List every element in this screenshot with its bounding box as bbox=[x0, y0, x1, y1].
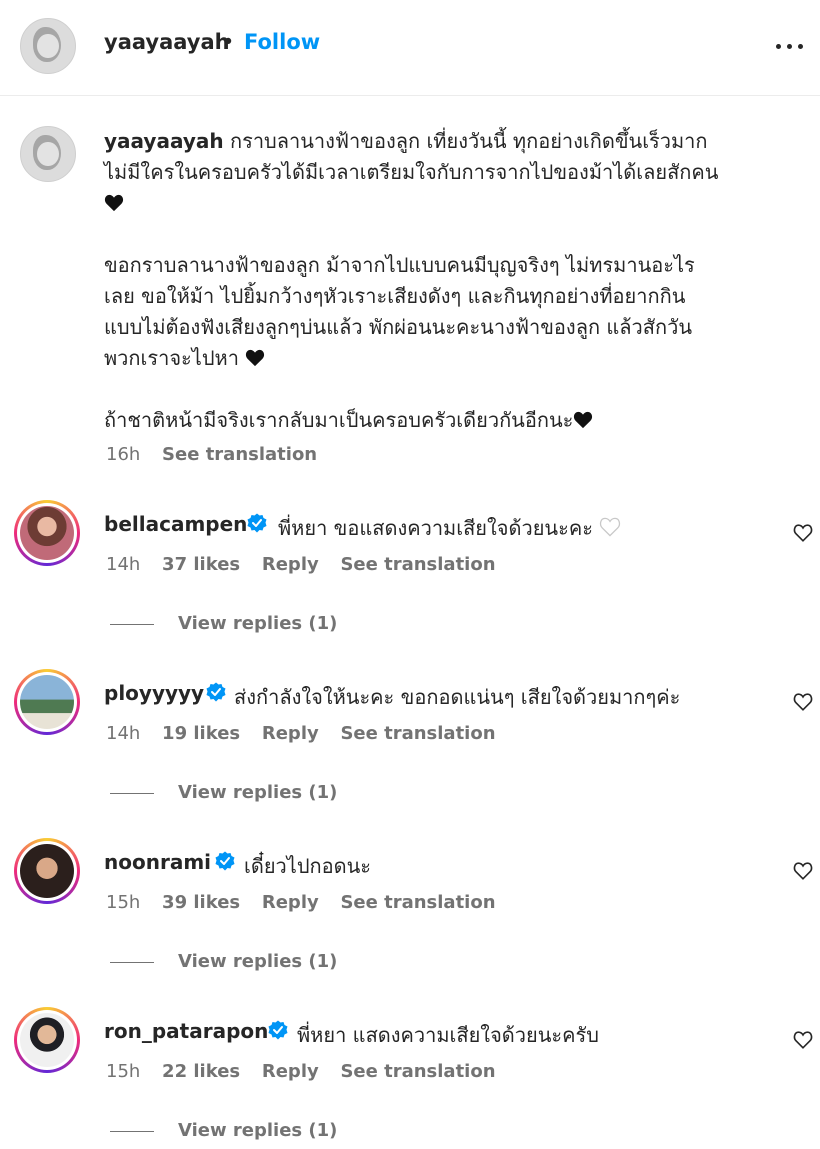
comment-username[interactable]: bellacampen bbox=[104, 512, 247, 536]
like-heart-icon[interactable] bbox=[793, 524, 813, 542]
comment-meta: 14h 37 likes Reply See translation bbox=[106, 554, 512, 575]
view-replies-line bbox=[110, 1131, 154, 1132]
comment-username[interactable]: noonrami bbox=[104, 850, 211, 874]
reply-button[interactable]: Reply bbox=[262, 723, 319, 744]
like-heart-icon[interactable] bbox=[793, 693, 813, 711]
author-avatar[interactable] bbox=[20, 18, 76, 74]
see-translation-link[interactable]: See translation bbox=[340, 1061, 495, 1082]
comment-time: 15h bbox=[106, 1061, 141, 1082]
comment-meta: 15h 22 likes Reply See translation bbox=[106, 1061, 512, 1082]
comment-time: 15h bbox=[106, 892, 141, 913]
comment-likes[interactable]: 39 likes bbox=[162, 892, 240, 913]
comment-meta: 14h 19 likes Reply See translation bbox=[106, 723, 512, 744]
more-options-icon[interactable] bbox=[776, 44, 804, 50]
view-replies-button[interactable]: View replies (1) bbox=[178, 1120, 337, 1141]
caption-author-avatar[interactable] bbox=[20, 126, 76, 182]
caption-paragraph-2: ขอกราบลานางฟ้าของลูก ม้าจากไปแบบคนมีบุญจ… bbox=[104, 253, 695, 370]
reply-button[interactable]: Reply bbox=[262, 554, 319, 575]
see-translation-link[interactable]: See translation bbox=[162, 444, 317, 465]
caption-meta: 16h See translation bbox=[106, 444, 333, 465]
author-username[interactable]: yaayaayah bbox=[104, 30, 230, 54]
comment-likes[interactable]: 37 likes bbox=[162, 554, 240, 575]
comment-likes[interactable]: 19 likes bbox=[162, 723, 240, 744]
see-translation-link[interactable]: See translation bbox=[340, 723, 495, 744]
caption-author-username[interactable]: yaayaayah bbox=[104, 129, 224, 153]
view-replies-line bbox=[110, 793, 154, 794]
caption-time: 16h bbox=[106, 444, 141, 465]
comment-username[interactable]: ployyyyy bbox=[104, 681, 204, 705]
comment-avatar-bellacampen[interactable] bbox=[14, 500, 80, 566]
view-replies-button[interactable]: View replies (1) bbox=[178, 613, 337, 634]
like-heart-icon[interactable] bbox=[793, 1031, 813, 1049]
follow-button[interactable]: Follow bbox=[244, 30, 320, 54]
comment-meta: 15h 39 likes Reply See translation bbox=[106, 892, 512, 913]
white-heart-icon bbox=[600, 517, 621, 537]
comment-avatar-ployyyyy[interactable] bbox=[14, 669, 80, 735]
separator-dot: • bbox=[222, 30, 235, 54]
reply-button[interactable]: Reply bbox=[262, 892, 319, 913]
comment-avatar-ron-patarapon[interactable] bbox=[14, 1007, 80, 1073]
like-heart-icon[interactable] bbox=[793, 862, 813, 880]
reply-button[interactable]: Reply bbox=[262, 1061, 319, 1082]
verified-badge-icon bbox=[206, 682, 226, 702]
see-translation-link[interactable]: See translation bbox=[340, 554, 495, 575]
view-replies-button[interactable]: View replies (1) bbox=[178, 951, 337, 972]
black-heart-icon bbox=[246, 349, 265, 367]
comment-likes[interactable]: 22 likes bbox=[162, 1061, 240, 1082]
comment-username[interactable]: ron_patarapon bbox=[104, 1019, 268, 1043]
comment-text: พี่หยา แสดงความเสียใจด้วยนะครับ bbox=[297, 1023, 599, 1047]
post-header: yaayaayah • Follow bbox=[0, 0, 820, 96]
verified-badge-icon bbox=[268, 1020, 288, 1040]
comment-text: พี่หยา ขอแสดงความเสียใจด้วยนะคะ bbox=[278, 512, 621, 544]
black-heart-icon bbox=[104, 194, 124, 212]
comment-text: เดี๋ยวไปกอดนะ bbox=[244, 854, 372, 878]
comment-avatar-noonrami[interactable] bbox=[14, 838, 80, 904]
post-caption: yaayaayah กราบลานางฟ้าของลูก เที่ยงวันนี… bbox=[104, 126, 794, 436]
verified-badge-icon bbox=[215, 851, 235, 871]
comment-text-content: พี่หยา ขอแสดงความเสียใจด้วยนะคะ bbox=[278, 516, 593, 540]
comment-time: 14h bbox=[106, 554, 141, 575]
caption-paragraph-3: ถ้าชาติหน้ามีจริงเรากลับมาเป็นครอบครัวเด… bbox=[104, 408, 574, 432]
comment-time: 14h bbox=[106, 723, 141, 744]
black-heart-icon bbox=[574, 411, 593, 429]
view-replies-line bbox=[110, 962, 154, 963]
see-translation-link[interactable]: See translation bbox=[340, 892, 495, 913]
verified-badge-icon bbox=[247, 513, 267, 533]
view-replies-line bbox=[110, 624, 154, 625]
comment-text: ส่งกำลังใจให้นะคะ ขอกอดแน่นๆ เสียใจด้วยม… bbox=[234, 685, 681, 709]
view-replies-button[interactable]: View replies (1) bbox=[178, 782, 337, 803]
